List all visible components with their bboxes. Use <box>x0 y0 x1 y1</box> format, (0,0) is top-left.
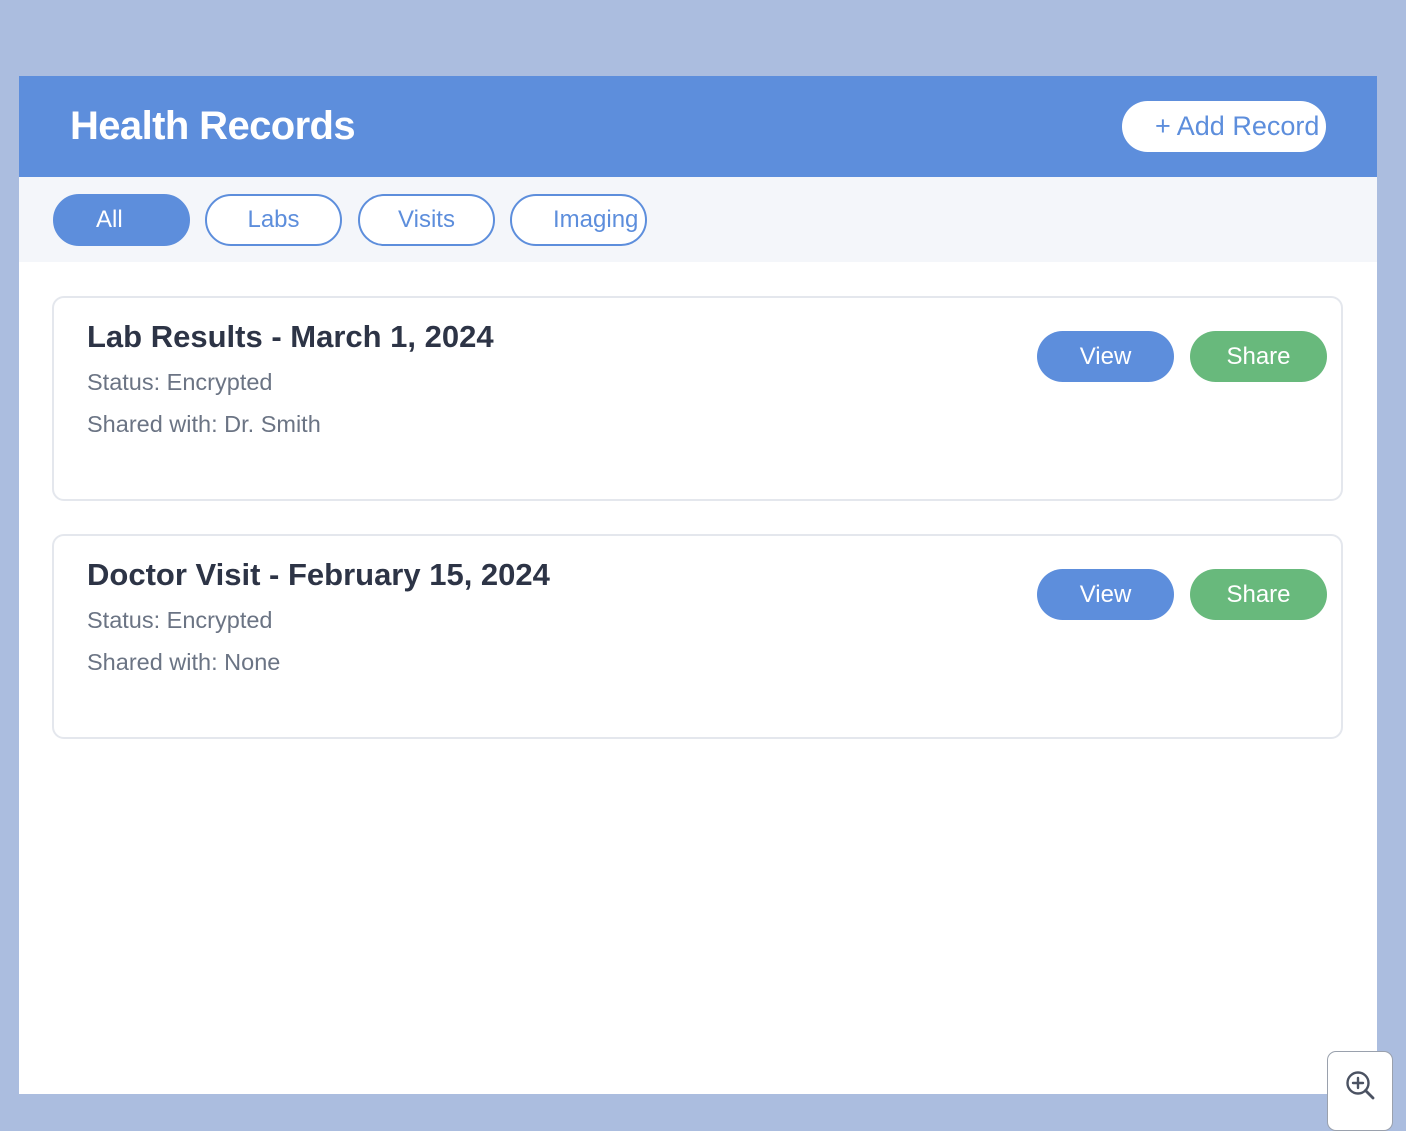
share-button[interactable]: Share <box>1190 569 1327 620</box>
filter-bar: All Labs Visits Imaging <box>19 177 1377 262</box>
view-button[interactable]: View <box>1037 569 1174 620</box>
health-records-app: Health Records + Add Record All Labs Vis… <box>19 76 1377 1094</box>
add-record-button[interactable]: + Add Record <box>1122 101 1326 152</box>
zoom-control[interactable] <box>1327 1051 1393 1131</box>
share-button[interactable]: Share <box>1190 331 1327 382</box>
filter-tab-labs[interactable]: Labs <box>205 194 342 246</box>
record-card-doctor-visit: Doctor Visit - February 15, 2024 Status:… <box>52 534 1343 739</box>
record-shared-with: Shared with: Dr. Smith <box>87 411 321 437</box>
filter-tab-imaging[interactable]: Imaging <box>510 194 647 246</box>
zoom-in-icon <box>1346 1071 1375 1100</box>
record-card-lab-results: Lab Results - March 1, 2024 Status: Encr… <box>52 296 1343 501</box>
record-title: Doctor Visit - February 15, 2024 <box>87 557 550 592</box>
filter-tab-all[interactable]: All <box>53 194 190 246</box>
view-button[interactable]: View <box>1037 331 1174 382</box>
page-title: Health Records <box>70 104 356 148</box>
record-status: Status: Encrypted <box>87 607 273 633</box>
app-header: Health Records + Add Record <box>19 76 1377 177</box>
record-shared-with: Shared with: None <box>87 649 281 675</box>
record-status: Status: Encrypted <box>87 369 273 395</box>
record-title: Lab Results - March 1, 2024 <box>87 319 494 354</box>
filter-tab-visits[interactable]: Visits <box>358 194 495 246</box>
